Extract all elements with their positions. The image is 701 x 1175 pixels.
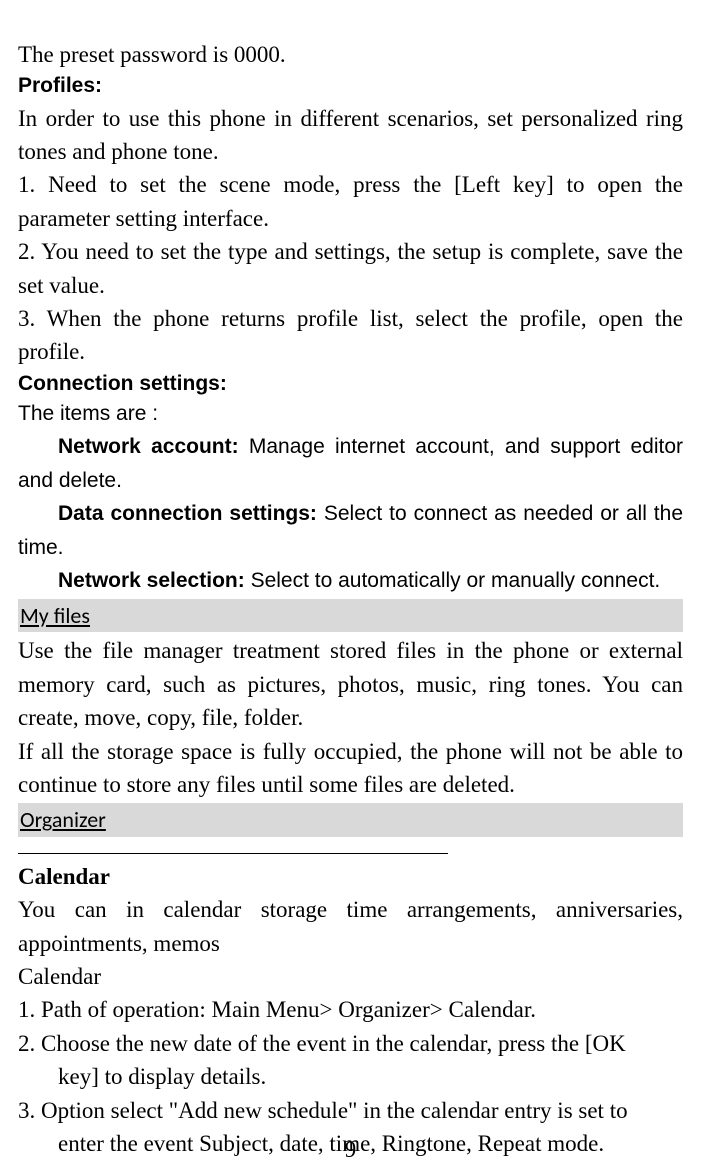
my-files-section-header: My files (18, 599, 683, 633)
calendar-step-3-line-1: 3. Option select "Add new schedule" in t… (18, 1094, 683, 1127)
preset-password-text: The preset password is 0000. (18, 38, 683, 71)
network-selection-text: Select to automatically or manually conn… (251, 569, 661, 592)
profiles-step-1: 1. Need to set the scene mode, press the… (18, 168, 683, 235)
my-files-paragraph-2: If all the storage space is fully occupi… (18, 735, 683, 802)
calendar-step-2-line-1: 2. Choose the new date of the event in t… (18, 1027, 683, 1060)
page-number: 9 (0, 1137, 701, 1163)
data-connection-item: Data connection settings: Select to conn… (18, 496, 683, 563)
network-account-item: Network account: Manage internet account… (18, 429, 683, 496)
calendar-heading: Calendar (18, 860, 683, 893)
connection-settings-heading: Connection settings: (18, 369, 683, 399)
calendar-subheading: Calendar (18, 960, 683, 993)
network-selection-item: Network selection: Select to automatical… (18, 563, 683, 596)
calendar-intro: You can in calendar storage time arrange… (18, 893, 683, 960)
network-selection-label: Network selection: (58, 569, 251, 592)
data-connection-label: Data connection settings: (58, 502, 324, 525)
organizer-section-header: Organizer (18, 803, 683, 837)
profiles-intro: In order to use this phone in different … (18, 102, 683, 169)
network-account-label: Network account: (58, 435, 249, 458)
calendar-step-2-line-2: key] to display details. (18, 1060, 683, 1093)
profiles-step-3: 3. When the phone returns profile list, … (18, 302, 683, 369)
divider-line (18, 853, 448, 854)
profiles-step-2: 2. You need to set the type and settings… (18, 235, 683, 302)
calendar-step-1: 1. Path of operation: Main Menu> Organiz… (18, 993, 683, 1026)
connection-items-intro: The items are : (18, 399, 683, 429)
profiles-heading: Profiles: (18, 71, 683, 101)
my-files-paragraph-1: Use the file manager treatment stored fi… (18, 634, 683, 734)
